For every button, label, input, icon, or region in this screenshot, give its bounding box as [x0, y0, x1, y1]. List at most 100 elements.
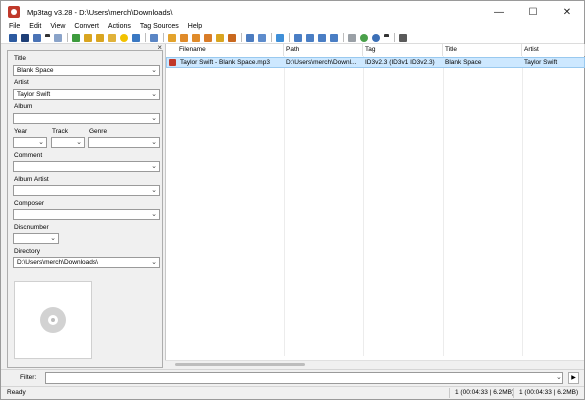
undo-icon[interactable]	[33, 33, 41, 42]
status-bar: Ready 1 (00:04:33 | 6.2MB) 1 (00:04:33 |…	[1, 386, 584, 399]
chevron-down-icon[interactable]: ⌄	[151, 162, 157, 171]
menu-file[interactable]: File	[9, 23, 20, 30]
cd-icon	[40, 307, 66, 333]
save-icon[interactable]	[9, 33, 17, 42]
print-icon[interactable]	[348, 33, 356, 42]
title-value: Blank Space	[17, 67, 54, 74]
genre-label: Genre	[89, 128, 108, 135]
menu-tag-sources[interactable]: Tag Sources	[140, 23, 179, 30]
numbering-icon[interactable]	[294, 33, 302, 42]
toolbar-separator	[67, 33, 68, 42]
chevron-down-icon[interactable]: ⌄	[151, 138, 157, 147]
case-icon[interactable]	[246, 33, 254, 42]
text-tag-icon[interactable]	[108, 33, 116, 42]
menu-help[interactable]: Help	[188, 23, 202, 30]
filter-label: Filter:	[20, 374, 37, 381]
chevron-down-icon[interactable]: ⌄	[151, 66, 157, 75]
tag-panel-body: Title Blank Space ⌄ Artist Taylor Swift …	[7, 50, 163, 368]
track-field[interactable]: ⌄	[51, 137, 85, 148]
album-artist-field[interactable]: ⌄	[13, 185, 160, 196]
case-dropdown-icon[interactable]	[258, 33, 266, 42]
tag-sync-icon[interactable]	[228, 33, 236, 42]
chevron-down-icon[interactable]: ⌄	[38, 138, 44, 147]
cell-title: Blank Space	[445, 59, 482, 66]
grid-icon[interactable]	[150, 33, 158, 42]
tag-copy-icon[interactable]	[180, 33, 188, 42]
web-dropdown-icon[interactable]	[384, 33, 389, 42]
artist-label: Artist	[14, 79, 29, 86]
toolbar-separator	[163, 33, 164, 42]
chevron-down-icon[interactable]: ⌄	[556, 373, 562, 381]
tag-filename-icon[interactable]	[72, 33, 80, 42]
table-row[interactable]: Taylor Swift - Blank Space.mp3 D:\Users\…	[166, 57, 585, 68]
track-label: Track	[52, 128, 69, 135]
favorites-icon[interactable]	[120, 33, 128, 42]
chevron-down-icon[interactable]: ⌄	[76, 138, 82, 147]
menu-convert[interactable]: Convert	[74, 23, 99, 30]
discnumber-label: Discnumber	[14, 224, 49, 231]
menu-edit[interactable]: Edit	[29, 23, 41, 30]
minimize-button[interactable]: —	[482, 1, 516, 23]
horizontal-scrollbar[interactable]	[165, 360, 584, 368]
close-button[interactable]: ✕	[550, 1, 584, 23]
tag-paste-icon[interactable]	[192, 33, 200, 42]
column-header-tag[interactable]: Tag	[363, 44, 443, 56]
filter-go-button[interactable]: ▶	[568, 372, 579, 384]
redo-icon[interactable]	[54, 33, 62, 42]
scrollbar-thumb[interactable]	[175, 363, 305, 366]
chevron-down-icon[interactable]: ⌄	[151, 258, 157, 267]
menu-actions[interactable]: Actions	[108, 23, 131, 30]
dropdown-icon[interactable]	[45, 33, 50, 42]
column-header-artist[interactable]: Artist	[522, 44, 585, 56]
discnumber-field[interactable]: ⌄	[13, 233, 59, 244]
tag-panel: × Title Blank Space ⌄ Artist Taylor Swif…	[7, 43, 163, 368]
column-divider	[284, 56, 285, 356]
filter-input[interactable]	[45, 372, 563, 384]
status-separator	[513, 388, 514, 398]
album-artist-label: Album Artist	[14, 176, 49, 183]
delete-icon[interactable]	[21, 33, 29, 42]
column-header-title[interactable]: Title	[443, 44, 522, 56]
chevron-down-icon[interactable]: ⌄	[151, 114, 157, 123]
artist-field[interactable]: Taylor Swift ⌄	[13, 89, 160, 100]
settings-icon[interactable]	[399, 33, 407, 42]
cell-artist: Taylor Swift	[524, 59, 558, 66]
toolbar	[1, 32, 584, 44]
comment-field[interactable]: ⌄	[13, 161, 160, 172]
edit-icon[interactable]	[276, 33, 284, 42]
directory-field[interactable]: D:\Users\merch\Downloads\ ⌄	[13, 257, 160, 268]
column-header-filename[interactable]: Filename	[166, 44, 284, 56]
numbering3-icon[interactable]	[318, 33, 326, 42]
column-header-path[interactable]: Path	[284, 44, 363, 56]
mp3tag-app-icon	[8, 6, 20, 18]
menu-view[interactable]: View	[50, 23, 65, 30]
album-field[interactable]: ⌄	[13, 113, 160, 124]
filename-filename-icon[interactable]	[96, 33, 104, 42]
chevron-down-icon[interactable]: ⌄	[151, 90, 157, 99]
chevron-down-icon[interactable]: ⌄	[50, 234, 56, 243]
artist-value: Taylor Swift	[17, 91, 51, 98]
composer-label: Composer	[14, 200, 44, 207]
maximize-button[interactable]: ☐	[516, 1, 550, 23]
title-field[interactable]: Blank Space ⌄	[13, 65, 160, 76]
composer-field[interactable]: ⌄	[13, 209, 160, 220]
column-divider	[522, 56, 523, 356]
cover-art-area[interactable]	[14, 281, 92, 359]
filename-tag-icon[interactable]	[84, 33, 92, 42]
export-icon[interactable]	[168, 33, 176, 42]
genre-field[interactable]: ⌄	[88, 137, 160, 148]
web-icon[interactable]	[360, 33, 368, 42]
refresh-icon[interactable]	[132, 33, 140, 42]
mp3-file-icon	[169, 59, 176, 66]
status-selected: 1 (00:04:33 | 6.2MB)	[455, 389, 515, 396]
comment-label: Comment	[14, 152, 43, 159]
chevron-down-icon[interactable]: ⌄	[151, 186, 157, 195]
tag-rename-icon[interactable]	[216, 33, 224, 42]
tag-remove-icon[interactable]	[204, 33, 212, 42]
chevron-down-icon[interactable]: ⌄	[151, 210, 157, 219]
numbering4-icon[interactable]	[330, 33, 338, 42]
year-field[interactable]: ⌄	[13, 137, 47, 148]
web2-icon[interactable]	[372, 33, 380, 42]
numbering2-icon[interactable]	[306, 33, 314, 42]
toolbar-separator	[343, 33, 344, 42]
